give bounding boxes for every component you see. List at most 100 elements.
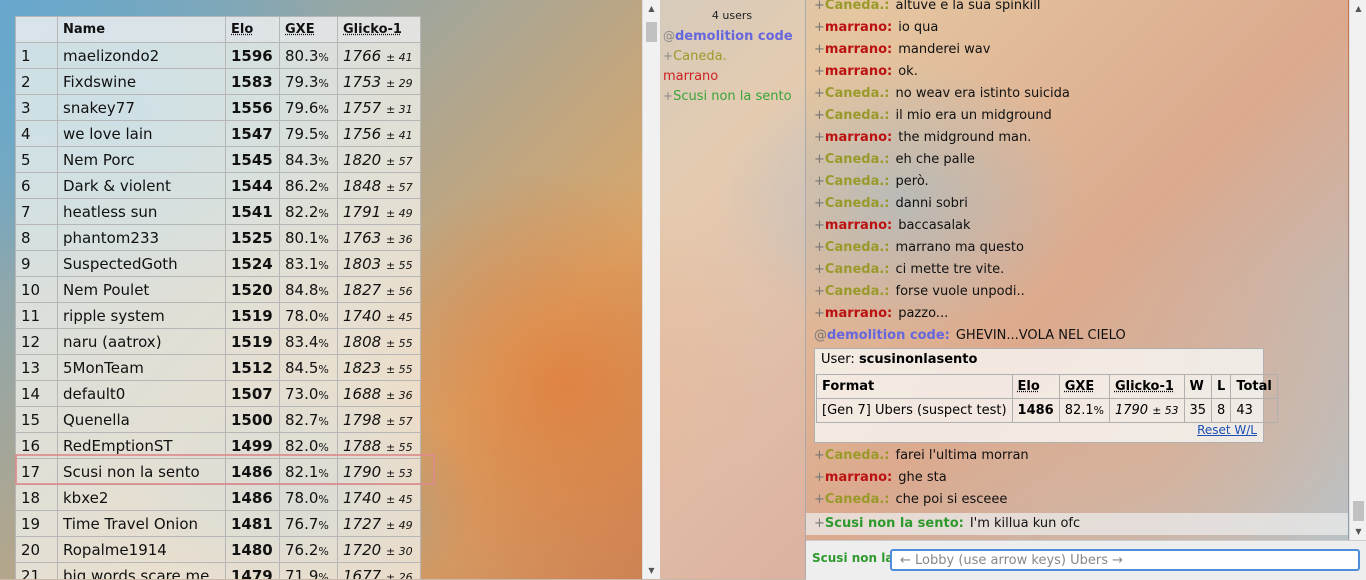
chat-username[interactable]: marrano: xyxy=(825,42,892,57)
scroll-up-icon[interactable]: ▲ xyxy=(643,4,660,13)
ladder-row: 13 5MonTeam 1512 84.5% 1823 ± 55 xyxy=(15,354,421,381)
chat-username[interactable]: demolition code: xyxy=(827,328,950,343)
chat-username[interactable]: Caneda.: xyxy=(825,262,890,277)
chat-text: ok. xyxy=(898,64,918,79)
ladder-gxe: 82.7% xyxy=(279,406,338,433)
chat-username[interactable]: Caneda.: xyxy=(825,492,890,507)
ladder-player-name[interactable]: we love lain xyxy=(57,120,226,147)
chat-text: ci mette tre vite. xyxy=(895,262,1005,277)
ladder-row: 1 maelizondo2 1596 80.3% 1766 ± 41 xyxy=(15,42,421,69)
chat-text: forse vuole unpodi.. xyxy=(895,284,1025,299)
ladder-player-name[interactable]: ripple system xyxy=(57,302,226,329)
ladder-player-name[interactable]: default0 xyxy=(57,380,226,407)
card-user-line: User: scusinonlasento xyxy=(821,352,978,367)
ladder-row: 17 Scusi non la sento 1486 82.1% 1790 ± 53 xyxy=(15,458,421,485)
ladder-player-name[interactable]: Quenella xyxy=(57,406,226,433)
card-user-name[interactable]: scusinonlasento xyxy=(859,352,978,367)
chat-username[interactable]: Caneda.: xyxy=(825,152,890,167)
chat-message: +marrano: baccasalak xyxy=(814,218,971,233)
chat-message: +Caneda.: marrano ma questo xyxy=(814,240,1024,255)
chat-group-symbol: + xyxy=(814,306,825,321)
ladder-elo: 1547 xyxy=(225,120,280,147)
ladder-row: 21 big words scare me 1479 71.9% 1677 ± 26 xyxy=(15,562,421,579)
ladder-row: 15 Quenella 1500 82.7% 1798 ± 57 xyxy=(15,406,421,433)
chat-group-symbol: + xyxy=(814,196,825,211)
chat-message: +Caneda.: il mio era un midground xyxy=(814,108,1052,123)
chat-username[interactable]: Caneda.: xyxy=(825,196,890,211)
ladder-glicko: 1790 ± 53 xyxy=(337,458,421,485)
ladder-gxe: 84.5% xyxy=(279,354,338,381)
chat-message: +marrano: ok. xyxy=(814,64,918,79)
ladder-rank: 19 xyxy=(15,510,58,537)
ladder-glicko: 1766 ± 41 xyxy=(337,42,421,69)
user-item[interactable]: +Caneda. xyxy=(659,46,805,66)
ladder-gxe: 84.8% xyxy=(279,276,338,303)
scroll-down-icon[interactable]: ▼ xyxy=(1350,527,1366,536)
ladder-elo: 1544 xyxy=(225,172,280,199)
ladder-scrollbar[interactable]: ▲ ▼ xyxy=(642,0,660,579)
ladder-player-name[interactable]: Time Travel Onion xyxy=(57,510,226,537)
chat-username[interactable]: Caneda.: xyxy=(825,284,890,299)
ladder-player-name[interactable]: Ropalme1914 xyxy=(57,536,226,563)
chat-scrollbar[interactable]: ▲ ▼ xyxy=(1349,0,1366,540)
chat-group-symbol: + xyxy=(814,174,825,189)
chat-message: +Caneda.: forse vuole unpodi.. xyxy=(814,284,1025,299)
user-count: 4 users xyxy=(711,9,753,22)
ladder-gxe: 73.0% xyxy=(279,380,338,407)
ladder-row: 6 Dark & violent 1544 86.2% 1848 ± 57 xyxy=(15,172,421,199)
ladder-player-name[interactable]: RedEmptionST xyxy=(57,432,226,459)
ladder-player-name[interactable]: Scusi non la sento xyxy=(57,458,226,485)
ladder-row: 12 naru (aatrox) 1519 83.4% 1808 ± 55 xyxy=(15,328,421,355)
ladder-player-name[interactable]: snakey77 xyxy=(57,94,226,121)
ladder-player-name[interactable]: big words scare me xyxy=(57,562,226,579)
ladder-glicko: 1757 ± 31 xyxy=(337,94,421,121)
chat-username[interactable]: marrano: xyxy=(825,130,892,145)
ladder-player-name[interactable]: Dark & violent xyxy=(57,172,226,199)
scroll-down-icon[interactable]: ▼ xyxy=(643,566,660,575)
chat-input[interactable] xyxy=(890,549,1360,571)
ladder-elo: 1583 xyxy=(225,68,280,95)
chat-message: @demolition code: GHEVIN...VOLA NEL CIELO xyxy=(814,328,1126,343)
ladder-player-name[interactable]: phantom233 xyxy=(57,224,226,251)
ladder-elo: 1486 xyxy=(225,458,280,485)
user-item[interactable]: +Scusi non la sento xyxy=(659,86,805,106)
chat-username[interactable]: Caneda.: xyxy=(825,240,890,255)
ladder-player-name[interactable]: Nem Poulet xyxy=(57,276,226,303)
ladder-player-name[interactable]: Nem Porc xyxy=(57,146,226,173)
user-item[interactable]: @demolition code xyxy=(659,26,805,46)
chat-username[interactable]: marrano: xyxy=(825,218,892,233)
chat-username[interactable]: Caneda.: xyxy=(825,448,890,463)
chat-text: ghe sta xyxy=(898,470,947,485)
ladder-player-name[interactable]: naru (aatrox) xyxy=(57,328,226,355)
chat-username[interactable]: marrano: xyxy=(825,306,892,321)
chat-username[interactable]: Scusi non la sento: xyxy=(825,516,964,531)
ladder-row: 3 snakey77 1556 79.6% 1757 ± 31 xyxy=(15,94,421,121)
ladder-player-name[interactable]: maelizondo2 xyxy=(57,42,226,69)
ladder-player-name[interactable]: SuspectedGoth xyxy=(57,250,226,277)
scroll-up-icon[interactable]: ▲ xyxy=(1350,4,1366,13)
ladder-player-name[interactable]: kbxe2 xyxy=(57,484,226,511)
reset-wl-link[interactable]: Reset W/L xyxy=(1197,423,1257,437)
chat-username[interactable]: Caneda.: xyxy=(825,174,890,189)
ladder-player-name[interactable]: 5MonTeam xyxy=(57,354,226,381)
scrollbar-thumb[interactable] xyxy=(1353,501,1364,521)
ladder-gxe: 79.3% xyxy=(279,68,338,95)
chat-username[interactable]: Caneda.: xyxy=(825,108,890,123)
chat-username[interactable]: marrano: xyxy=(825,64,892,79)
ladder-player-name[interactable]: heatless sun xyxy=(57,198,226,225)
scrollbar-thumb[interactable] xyxy=(646,22,657,42)
chat-username[interactable]: marrano: xyxy=(825,20,892,35)
chat-input-bar: Scusi non la xyxy=(806,540,1366,580)
ladder-player-name[interactable]: Fixdswine xyxy=(57,68,226,95)
chat-group-symbol: + xyxy=(814,262,825,277)
chat-text: altuve e la sua spinkill xyxy=(895,0,1041,13)
ladder-glicko: 1756 ± 41 xyxy=(337,120,421,147)
ladder-elo: 1519 xyxy=(225,302,280,329)
ladder-row: 20 Ropalme1914 1480 76.2% 1720 ± 30 xyxy=(15,536,421,563)
ladder-glicko: 1720 ± 30 xyxy=(337,536,421,563)
chat-username[interactable]: Caneda.: xyxy=(825,86,890,101)
user-item[interactable]: marrano xyxy=(659,66,805,86)
chat-username[interactable]: Caneda.: xyxy=(825,0,890,13)
chat-text: danni sobri xyxy=(895,196,968,211)
chat-username[interactable]: marrano: xyxy=(825,470,892,485)
